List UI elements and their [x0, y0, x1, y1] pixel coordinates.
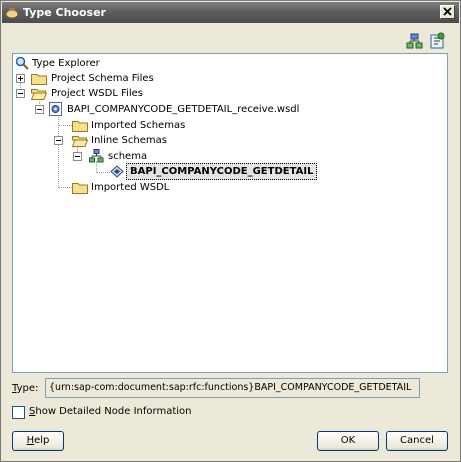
folder-open-icon: [72, 136, 88, 147]
tree-node-label: Imported WSDL: [91, 182, 170, 193]
show-detailed-label: Show Detailed Node Information: [29, 406, 191, 417]
show-detailed-checkbox[interactable]: [12, 406, 25, 419]
tree-line: [96, 172, 110, 173]
collapse-icon[interactable]: [35, 105, 44, 114]
help-mnemonic: H: [26, 435, 35, 446]
folder-open-icon: [31, 89, 47, 100]
folder-icon: [72, 183, 88, 194]
refresh-button[interactable]: [428, 32, 446, 50]
hierarchy-view-button[interactable]: [406, 32, 424, 50]
tree-line: [58, 187, 72, 188]
folder-icon: [31, 74, 47, 85]
close-button[interactable]: [440, 5, 455, 19]
type-tree[interactable]: Type Explorer Project Schema Files Proje…: [12, 53, 448, 373]
tree-node-label: Project WSDL Files: [51, 88, 144, 99]
tree-node-label: BAPI_COMPANYCODE_GETDETAIL_receive.wsdl: [67, 104, 300, 115]
ok-button[interactable]: OK: [317, 431, 379, 451]
type-chooser-dialog: Type Chooser Type Explorer Project Schem…: [0, 0, 461, 462]
expand-icon[interactable]: [16, 74, 25, 83]
hierarchy-icon: [406, 33, 423, 49]
tree-node-label: schema: [108, 151, 148, 162]
schema-icon: [89, 149, 104, 163]
tree-node-label: Type Explorer: [32, 58, 100, 69]
selected-node-label: BAPI_COMPANYCODE_GETDETAIL: [126, 163, 318, 180]
tree-line: [58, 125, 72, 126]
title-bar[interactable]: Type Chooser: [2, 2, 459, 23]
collapse-icon[interactable]: [73, 152, 82, 161]
wsdl-file-icon: [49, 102, 62, 116]
close-icon: [443, 7, 452, 16]
cancel-button[interactable]: Cancel: [386, 431, 448, 451]
help-label: elp: [34, 435, 50, 446]
app-icon: [5, 7, 19, 19]
type-label: Type:: [12, 383, 38, 394]
collapse-icon[interactable]: [16, 89, 25, 98]
collapse-icon[interactable]: [54, 136, 63, 145]
type-label-text: ype:: [16, 383, 39, 394]
tree-node-label: Inline Schemas: [91, 135, 167, 146]
tree-node-label: Imported Schemas: [91, 120, 186, 131]
refresh-icon: [430, 32, 445, 49]
folder-icon: [72, 121, 88, 132]
tree-node-label: Project Schema Files: [51, 73, 154, 84]
show-detailed-text: how Detailed Node Information: [35, 406, 192, 417]
dialog-title: Type Chooser: [23, 6, 106, 19]
search-icon: [15, 56, 29, 70]
element-icon: [110, 165, 124, 178]
help-button[interactable]: Help: [12, 431, 64, 451]
type-field[interactable]: {urn:sap-com:document:sap:rfc:functions}…: [45, 378, 420, 398]
